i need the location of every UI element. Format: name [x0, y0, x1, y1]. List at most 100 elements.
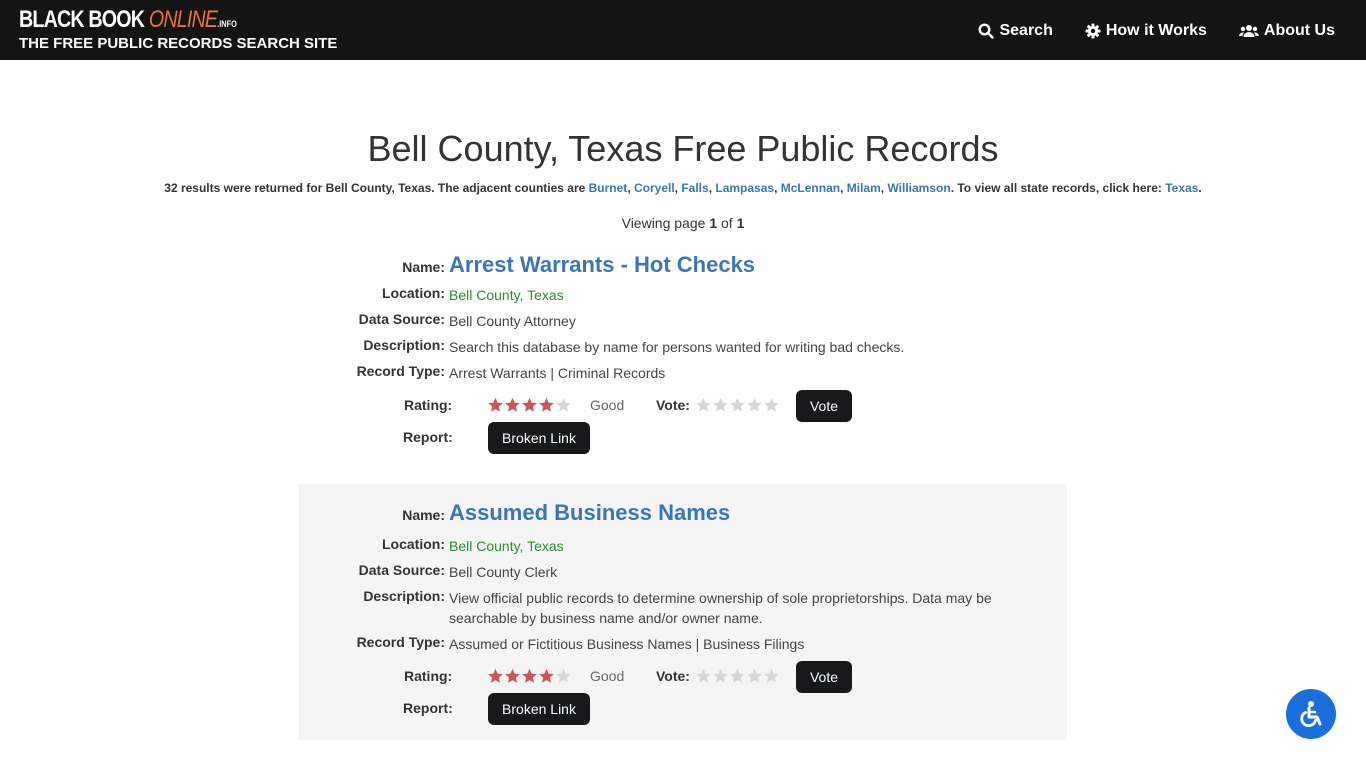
description-label: Description: — [363, 588, 445, 604]
nav-search-label: Search — [999, 22, 1053, 39]
report-label: Report: — [403, 700, 453, 716]
name-label: Name: — [402, 259, 445, 275]
location-value[interactable]: Bell County, Texas — [449, 285, 1009, 305]
logo-online: ONLINE — [148, 6, 218, 33]
report-label: Report: — [403, 429, 453, 445]
location-label: Location: — [382, 536, 445, 552]
county-link-burnet[interactable]: Burnet — [589, 181, 628, 195]
star-empty-icon[interactable] — [695, 397, 712, 413]
county-link-milam[interactable]: Milam — [847, 181, 881, 195]
wheelchair-icon — [1300, 701, 1322, 728]
broken-link-button[interactable]: Broken Link — [488, 422, 590, 454]
star-empty-icon[interactable] — [746, 397, 763, 413]
rating-stars — [487, 668, 572, 684]
star-empty-icon[interactable] — [763, 668, 780, 684]
record-description-row: Description: Search this database by nam… — [299, 337, 1067, 357]
star-empty-icon — [556, 668, 571, 683]
page-indicator: Viewing page 1 of 1 — [0, 215, 1366, 231]
state-link-texas[interactable]: Texas — [1165, 181, 1198, 195]
top-navbar: BLACK BOOK ONLINE.INFO THE FREE PUBLIC R… — [0, 0, 1366, 60]
vote-label: Vote: — [656, 397, 690, 413]
star-filled-icon — [505, 668, 520, 683]
description-label: Description: — [363, 337, 445, 353]
record-source-row: Data Source: Bell County Attorney — [299, 311, 1067, 331]
star-empty-icon[interactable] — [746, 668, 763, 684]
county-link-williamson[interactable]: Williamson — [887, 181, 950, 195]
star-filled-icon — [539, 668, 554, 683]
record-type-value: Assumed or Fictitious Business Names | B… — [449, 636, 805, 652]
nav-about-us-label: About Us — [1263, 22, 1335, 39]
record-name-row: Name: Assumed Business Names — [299, 500, 1067, 526]
vote-stars[interactable] — [695, 397, 780, 413]
record-location-row: Location: Bell County, Texas — [299, 285, 1067, 305]
rating-word: Good — [590, 668, 625, 684]
star-empty-icon[interactable] — [712, 668, 729, 684]
star-empty-icon[interactable] — [695, 668, 712, 684]
results-summary: 32 results were returned for Bell County… — [164, 181, 1202, 195]
star-filled-icon — [505, 397, 520, 412]
rating-label: Rating: — [404, 397, 453, 413]
logo-tagline: THE FREE PUBLIC RECORDS SEARCH SITE — [19, 35, 338, 52]
county-link-coryell[interactable]: Coryell — [634, 181, 675, 195]
nav-about-us[interactable]: About Us — [1238, 22, 1335, 40]
record-card: Name: Assumed Business Names Location: B… — [299, 484, 1067, 740]
users-icon — [1238, 25, 1259, 37]
record-source-row: Data Source: Bell County Clerk — [299, 562, 1067, 582]
rating-label: Rating: — [404, 668, 453, 684]
star-empty-icon[interactable] — [729, 668, 746, 684]
star-empty-icon[interactable] — [729, 397, 746, 413]
record-location-row: Location: Bell County, Texas — [299, 536, 1067, 556]
summary-text-mid: . To view all state records, click here: — [950, 181, 1166, 195]
county-link-falls[interactable]: Falls — [681, 181, 708, 195]
star-empty-icon[interactable] — [763, 397, 780, 413]
star-filled-icon — [539, 397, 554, 412]
data-source-value: Bell County Clerk — [449, 564, 558, 580]
vote-label: Vote: — [656, 668, 690, 684]
name-label: Name: — [402, 507, 445, 523]
vote-button[interactable]: Vote — [796, 661, 852, 693]
star-filled-icon — [488, 397, 503, 412]
broken-link-button[interactable]: Broken Link — [488, 693, 590, 725]
location-value[interactable]: Bell County, Texas — [449, 536, 1009, 556]
nav-how-it-works[interactable]: How it Works — [1085, 22, 1207, 40]
rating-stars — [487, 397, 572, 413]
record-type-value: Arrest Warrants | Criminal Records — [449, 365, 666, 381]
star-filled-icon — [522, 668, 537, 683]
vote-stars[interactable] — [695, 668, 780, 684]
record-type-label: Record Type: — [356, 634, 445, 650]
site-logo[interactable]: BLACK BOOK ONLINE.INFO THE FREE PUBLIC R… — [19, 6, 337, 52]
county-link-mclennan[interactable]: McLennan — [781, 181, 840, 195]
star-empty-icon[interactable] — [712, 397, 729, 413]
summary-text: 32 results were returned for Bell County… — [164, 181, 589, 195]
vote-button[interactable]: Vote — [796, 390, 852, 422]
county-link-lampasas[interactable]: Lampasas — [715, 181, 774, 195]
pager-prefix: Viewing page — [621, 215, 710, 231]
page-title: Bell County, Texas Free Public Records — [367, 128, 999, 169]
logo-black-book: BLACK BOOK — [19, 6, 149, 33]
data-source-label: Data Source: — [358, 311, 445, 327]
star-filled-icon — [522, 397, 537, 412]
pager-sep: of — [717, 215, 737, 231]
pager-current: 1 — [709, 215, 718, 231]
main-nav: Search How it Works About Us — [978, 22, 1335, 40]
record-name-link[interactable]: Assumed Business Names — [449, 500, 730, 526]
accessibility-button[interactable] — [1286, 689, 1336, 739]
search-icon — [978, 23, 995, 39]
description-value: Search this database by name for persons… — [449, 339, 905, 355]
pager-total: 1 — [736, 215, 745, 231]
description-value: View official public records to determin… — [449, 590, 992, 626]
record-name-link[interactable]: Arrest Warrants - Hot Checks — [449, 252, 755, 278]
record-type-row: Record Type: Assumed or Fictitious Busin… — [299, 634, 1067, 654]
record-card: Name: Arrest Warrants - Hot Checks Locat… — [299, 240, 1067, 470]
data-source-label: Data Source: — [358, 562, 445, 578]
logo-wordmark: BLACK BOOK ONLINE.INFO — [19, 6, 280, 38]
star-empty-icon — [556, 397, 571, 412]
record-name-row: Name: Arrest Warrants - Hot Checks — [299, 252, 1067, 278]
summary-text-end: . — [1198, 181, 1202, 195]
location-label: Location: — [382, 285, 445, 301]
logo-info: .INFO — [217, 19, 237, 29]
star-filled-icon — [488, 668, 503, 683]
gear-icon — [1085, 23, 1101, 39]
nav-search[interactable]: Search — [978, 22, 1053, 40]
nav-how-it-works-label: How it Works — [1105, 22, 1207, 39]
